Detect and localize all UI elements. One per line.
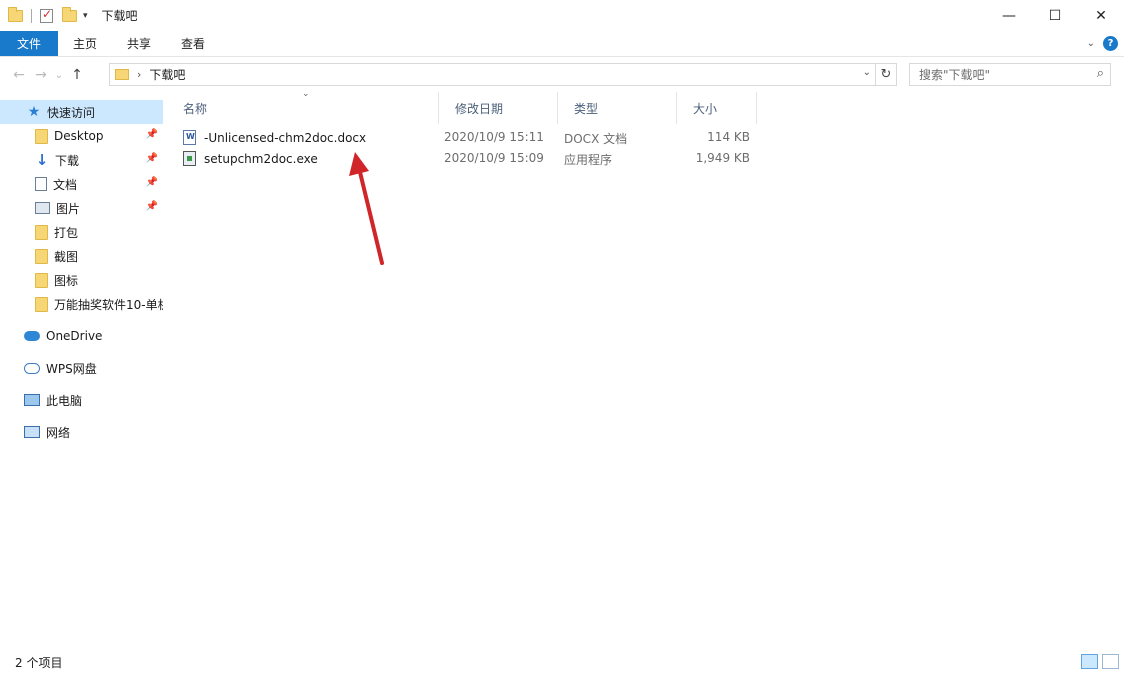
file-name[interactable]: setupchm2doc.exe [183,151,318,166]
address-dropdown-icon[interactable]: ⌄ [863,67,871,78]
forward-button[interactable]: → [30,67,52,83]
status-bar: 2 个项目 [0,650,1124,674]
sidebar-item-network[interactable]: 网络 [0,420,163,444]
ribbon-right: ⌄ ? [1087,36,1118,51]
sidebar-item-onedrive[interactable]: OneDrive [0,324,163,348]
address-row: ← → ⌄ ↑ › 下载吧 ⌄ ↻ 搜索"下载吧" ⌕ [0,58,1124,92]
sidebar-item-desktop[interactable]: Desktop 📌 [0,124,163,148]
table-row[interactable]: setupchm2doc.exe 2020/10/9 15:09 应用程序 1,… [167,148,757,169]
folder-icon[interactable] [8,6,23,22]
pin-icon: 📌 [145,129,158,140]
file-list: ⌄ 名称 修改日期 类型 大小 -Unlicensed-chm2doc.docx… [167,89,1124,650]
search-icon[interactable]: ⌕ [1097,66,1104,81]
pictures-icon [35,202,50,214]
maximize-button[interactable]: ☐ [1032,0,1078,31]
file-size: 114 KB [707,130,750,144]
new-folder-icon[interactable] [62,6,77,22]
folder-icon [35,296,48,312]
window-title: 下载吧 [101,9,138,23]
file-date: 2020/10/9 15:09 [444,151,544,165]
pin-icon: 📌 [145,201,158,212]
exe-file-icon [183,151,196,166]
column-header-size[interactable]: 大小 [677,92,757,124]
pin-icon: 📌 [145,153,158,164]
breadcrumb-separator[interactable]: › [137,68,141,81]
sidebar-item-documents[interactable]: 文档 📌 [0,172,163,196]
breadcrumb[interactable]: 下载吧 [149,66,185,83]
window-controls: — ☐ ✕ [986,0,1124,31]
column-header-type[interactable]: 类型 [558,92,677,124]
close-button[interactable]: ✕ [1078,0,1124,31]
recent-locations-button[interactable]: ⌄ [52,70,66,81]
file-size: 1,949 KB [695,151,750,165]
tab-share[interactable]: 共享 [112,31,166,56]
navigation-pane: ★ 快速访问 Desktop 📌 ↓ 下载 📌 文档 📌 图片 📌 打包 截图 … [0,100,163,650]
onedrive-icon [24,331,40,341]
quick-access-toolbar: ▾ [8,0,88,31]
help-icon[interactable]: ? [1103,36,1118,51]
details-view-button[interactable] [1081,654,1098,669]
tab-file[interactable]: 文件 [0,31,59,56]
search-input[interactable]: 搜索"下载吧" ⌕ [909,63,1111,86]
sidebar-item-downloads[interactable]: ↓ 下载 📌 [0,148,163,172]
folder-icon [35,248,48,264]
minimize-button[interactable]: — [986,0,1032,31]
star-icon: ★ [27,104,41,120]
sidebar-item-pictures[interactable]: 图片 📌 [0,196,163,220]
view-switcher [1081,654,1119,669]
customize-toolbar-icon[interactable]: ▾ [83,11,88,21]
search-placeholder: 搜索"下载吧" [919,68,991,82]
file-type: 应用程序 [564,153,613,167]
sidebar-item-screenshots[interactable]: 截图 [0,244,163,268]
document-icon [35,177,47,191]
docx-file-icon [183,130,196,145]
large-icons-view-button[interactable] [1102,654,1119,669]
file-name[interactable]: -Unlicensed-chm2doc.docx [183,130,366,145]
properties-icon[interactable] [40,7,53,23]
sidebar-item-this-pc[interactable]: 此电脑 [0,388,163,412]
ribbon: 文件 主页 共享 查看 ⌄ ? [0,31,1124,57]
folder-icon [35,272,48,288]
tab-view[interactable]: 查看 [166,31,220,56]
item-count: 2 个项目 [15,655,63,670]
folder-icon [115,69,129,80]
title-bar: ▾ 下载吧 — ☐ ✕ [0,0,1124,31]
table-row[interactable]: -Unlicensed-chm2doc.docx 2020/10/9 15:11… [167,127,757,148]
expand-ribbon-icon[interactable]: ⌄ [1087,38,1095,49]
column-headers: ⌄ 名称 修改日期 类型 大小 [167,89,757,124]
sidebar-item-quick-access[interactable]: ★ 快速访问 [0,100,163,124]
address-bar[interactable]: › 下载吧 ⌄ ↻ [109,63,897,86]
download-icon: ↓ [35,151,49,169]
folder-icon [35,224,48,240]
tab-home[interactable]: 主页 [58,31,112,56]
file-type: DOCX 文档 [564,132,628,146]
computer-icon [24,394,40,406]
folder-icon [35,128,48,144]
sidebar-item-icons[interactable]: 图标 [0,268,163,292]
network-icon [24,426,40,438]
column-header-name[interactable]: 名称 [167,92,439,124]
pin-icon: 📌 [145,177,158,188]
back-button[interactable]: ← [8,67,30,83]
refresh-button[interactable]: ↻ [875,64,896,85]
file-date: 2020/10/9 15:11 [444,130,544,144]
sidebar-item-lottery[interactable]: 万能抽奖软件10-单机 [0,292,163,316]
wps-cloud-icon [24,362,40,374]
up-button[interactable]: ↑ [66,67,88,83]
sidebar-item-wps[interactable]: WPS网盘 [0,356,163,380]
column-header-date[interactable]: 修改日期 [439,92,558,124]
toolbar-separator [31,8,32,23]
sidebar-item-pack[interactable]: 打包 [0,220,163,244]
